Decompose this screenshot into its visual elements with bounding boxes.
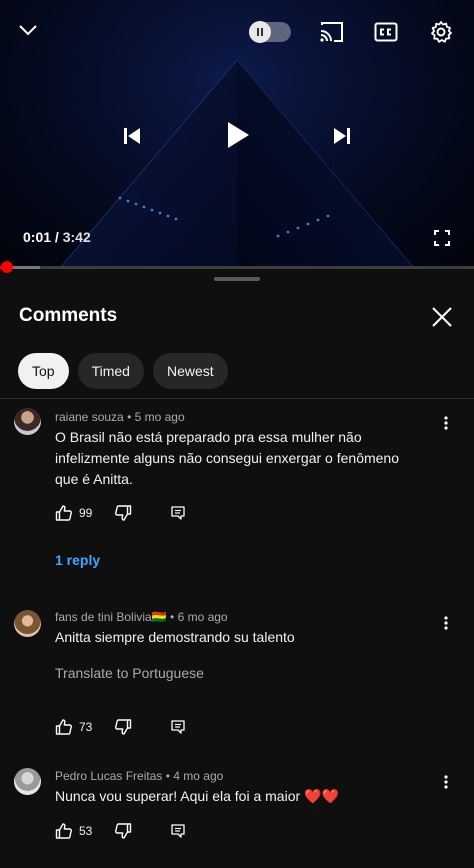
time-display: 0:01 / 3:42 xyxy=(23,229,91,245)
avatar[interactable] xyxy=(14,768,41,795)
like-button[interactable]: 73 xyxy=(55,718,92,736)
autoplay-toggle[interactable] xyxy=(249,21,291,43)
comment-actions: 99 xyxy=(55,504,186,522)
divider xyxy=(0,398,474,399)
reply-button[interactable] xyxy=(170,505,186,521)
dislike-button[interactable] xyxy=(114,822,132,840)
previous-icon[interactable] xyxy=(118,122,146,150)
next-icon[interactable] xyxy=(328,122,356,150)
dislike-button[interactable] xyxy=(114,504,132,522)
like-button[interactable]: 99 xyxy=(55,504,92,522)
close-icon[interactable] xyxy=(428,303,456,331)
chevron-down-icon[interactable] xyxy=(14,16,42,44)
gear-icon[interactable] xyxy=(427,18,455,46)
comment-text: Anitta siempre demostrando su talento xyxy=(55,629,295,645)
comment-age: 6 mo ago xyxy=(177,610,228,624)
comment-age: 5 mo ago xyxy=(134,410,185,424)
thumbs-down-icon xyxy=(115,719,132,735)
chip-timed[interactable]: Timed xyxy=(77,353,144,389)
translate-link[interactable]: Translate to Portuguese xyxy=(55,665,204,681)
thumbs-up-icon xyxy=(55,823,72,839)
comment-meta: raiane souza • 5 mo ago xyxy=(55,410,185,424)
chip-top[interactable]: Top xyxy=(18,353,69,389)
meta-separator: • xyxy=(127,410,132,424)
progress-bar[interactable] xyxy=(0,261,474,273)
drag-handle[interactable] xyxy=(214,277,260,281)
more-options-icon[interactable] xyxy=(436,613,456,633)
time-separator: / xyxy=(54,229,59,245)
cc-icon[interactable] xyxy=(372,18,400,46)
like-count: 73 xyxy=(79,720,93,734)
comment-text: O Brasil não está preparado pra essa mul… xyxy=(55,429,400,487)
more-options-icon[interactable] xyxy=(436,772,456,792)
comment-actions: 53 xyxy=(55,822,186,840)
sort-chips: Top Timed Newest xyxy=(18,353,228,389)
avatar[interactable] xyxy=(14,408,41,435)
avatar[interactable] xyxy=(14,610,41,637)
thumbs-up-icon xyxy=(55,505,72,521)
reply-icon xyxy=(171,824,186,838)
video-player[interactable]: 0:01 / 3:42 xyxy=(0,0,474,268)
reply-icon xyxy=(171,506,186,520)
reply-button[interactable] xyxy=(170,823,186,839)
comment-text: Nunca vou superar! Aqui ela foi a maior … xyxy=(55,788,339,804)
meta-separator: • xyxy=(165,769,170,783)
like-count: 53 xyxy=(79,824,93,838)
dislike-button[interactable] xyxy=(114,718,132,736)
scrubber-handle[interactable] xyxy=(1,261,13,273)
reply-icon xyxy=(171,720,186,734)
comment-age: 4 mo ago xyxy=(173,769,224,783)
panel-title: Comments xyxy=(19,305,118,326)
comment-meta: fans de tini Bolivia🇧🇴 • 6 mo ago xyxy=(55,610,228,624)
comment-author[interactable]: raiane souza xyxy=(55,410,124,424)
thumbs-down-icon xyxy=(115,505,132,521)
comment-author[interactable]: fans de tini Bolivia🇧🇴 xyxy=(55,610,167,624)
thumbs-down-icon xyxy=(115,823,132,839)
replies-link[interactable]: 1 reply xyxy=(55,552,100,568)
duration: 3:42 xyxy=(62,229,91,245)
more-options-icon[interactable] xyxy=(436,413,456,433)
current-time: 0:01 xyxy=(23,229,52,245)
comment-actions: 73 xyxy=(55,718,186,736)
play-icon[interactable] xyxy=(218,114,258,156)
chip-newest[interactable]: Newest xyxy=(152,353,228,389)
comment-meta: Pedro Lucas Freitas • 4 mo ago xyxy=(55,769,223,783)
comment-author[interactable]: Pedro Lucas Freitas xyxy=(55,769,162,783)
like-count: 99 xyxy=(79,506,93,520)
reply-button[interactable] xyxy=(170,719,186,735)
cast-icon[interactable] xyxy=(318,18,346,46)
thumbs-up-icon xyxy=(55,719,72,735)
pause-icon xyxy=(249,21,271,43)
fullscreen-icon[interactable] xyxy=(430,226,454,250)
like-button[interactable]: 53 xyxy=(55,822,92,840)
meta-separator: • xyxy=(170,610,175,624)
